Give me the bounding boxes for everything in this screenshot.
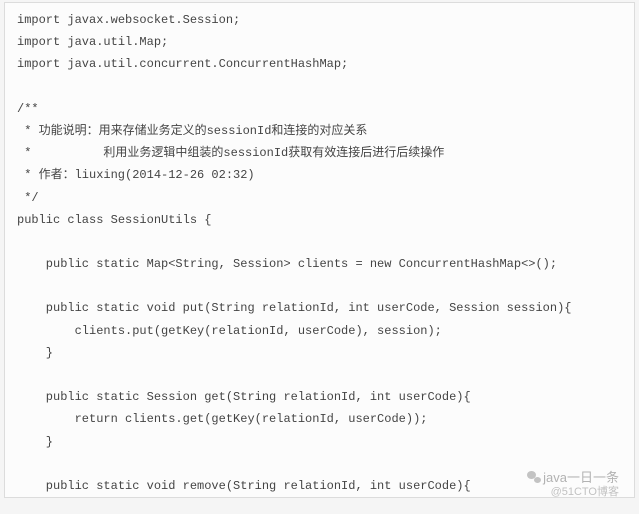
code-line: /**: [17, 98, 622, 120]
code-block: import javax.websocket.Session;import ja…: [4, 2, 635, 498]
code-line: public static Session get(String relatio…: [17, 386, 622, 408]
code-line: return clients.get(getKey(relationId, us…: [17, 408, 622, 430]
code-line: [17, 231, 622, 253]
code-line: import java.util.concurrent.ConcurrentHa…: [17, 53, 622, 75]
code-line: public static void put(String relationId…: [17, 297, 622, 319]
code-line: clients.remove(getKey(relationId, userCo…: [17, 497, 622, 498]
code-line: * 利用业务逻辑中组装的sessionId获取有效连接后进行后续操作: [17, 142, 622, 164]
code-line: [17, 76, 622, 98]
code-line: [17, 364, 622, 386]
code-line: * 作者：liuxing(2014-12-26 02:32): [17, 164, 622, 186]
code-line: */: [17, 187, 622, 209]
code-line: public class SessionUtils {: [17, 209, 622, 231]
code-line: * 功能说明：用来存储业务定义的sessionId和连接的对应关系: [17, 120, 622, 142]
code-line: [17, 275, 622, 297]
code-line: }: [17, 431, 622, 453]
code-line: }: [17, 342, 622, 364]
code-line: clients.put(getKey(relationId, userCode)…: [17, 320, 622, 342]
code-line: import java.util.Map;: [17, 31, 622, 53]
code-line: public static Map<String, Session> clien…: [17, 253, 622, 275]
code-line: import javax.websocket.Session;: [17, 9, 622, 31]
code-line: [17, 453, 622, 475]
code-line: public static void remove(String relatio…: [17, 475, 622, 497]
